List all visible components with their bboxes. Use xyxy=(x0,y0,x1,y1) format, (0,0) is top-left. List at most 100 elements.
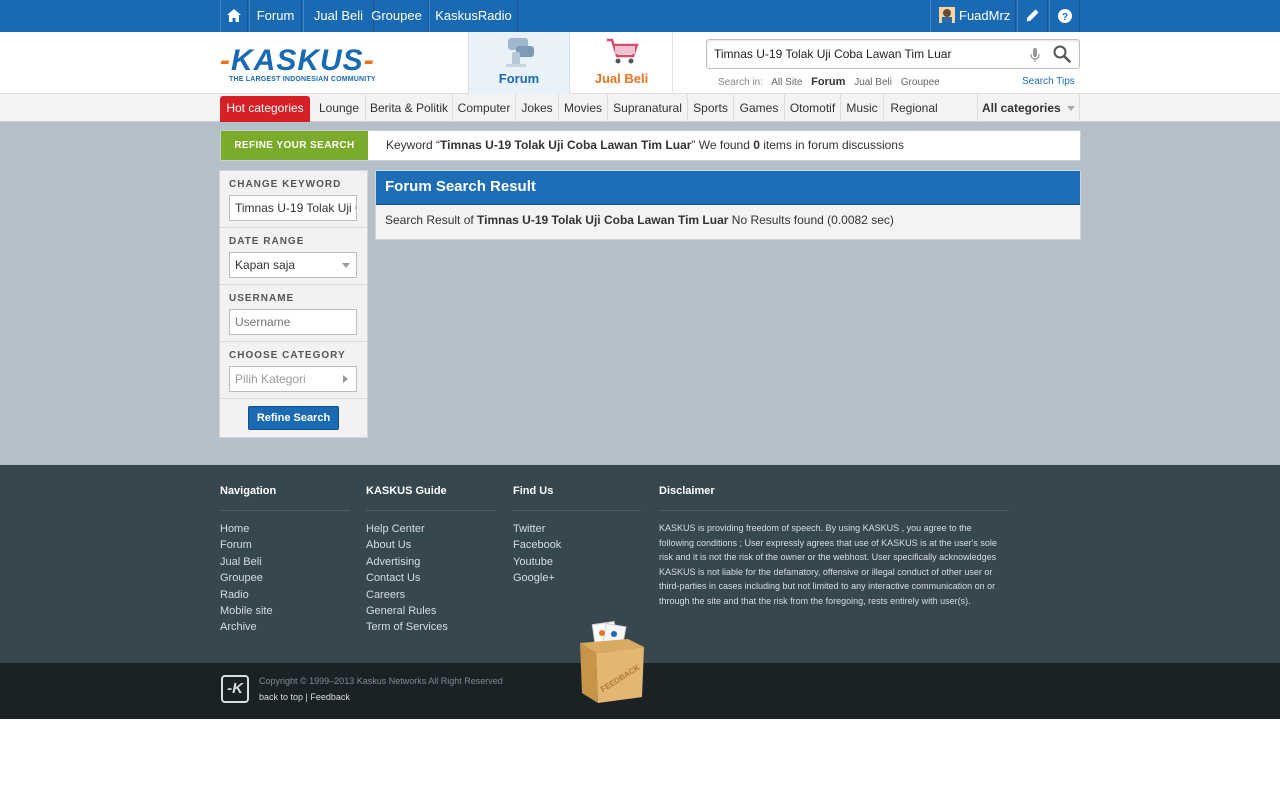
category-supranatural[interactable]: Supranatural xyxy=(608,94,688,122)
site-header: -KASKUS- THE LARGEST INDONESIAN COMMUNIT… xyxy=(0,32,1280,94)
footer-disclaimer: Disclaimer KASKUS is providing freedom o… xyxy=(659,485,1009,609)
username-section: USERNAME xyxy=(220,285,367,342)
summary-keyword: Timnas U-19 Tolak Uji Coba Lawan Tim Lua… xyxy=(440,138,692,152)
category-games[interactable]: Games xyxy=(734,94,785,122)
hot-categories-tab[interactable]: Hot categories xyxy=(220,96,310,122)
all-categories-dropdown[interactable]: All categories xyxy=(977,94,1080,122)
footer-find-us-title: Find Us xyxy=(513,485,641,511)
footer-link-groupee[interactable]: Groupee xyxy=(220,570,350,586)
username-field[interactable] xyxy=(229,309,357,335)
footer-link-home[interactable]: Home xyxy=(220,521,350,537)
footer-link-help-center[interactable]: Help Center xyxy=(366,521,496,537)
scope-all-site[interactable]: All Site xyxy=(771,77,802,88)
kaskus-logo[interactable]: -KASKUS- THE LARGEST INDONESIAN COMMUNIT… xyxy=(220,46,390,86)
refine-search-button[interactable]: Refine Search xyxy=(248,406,339,430)
result-message: Search Result of Timnas U-19 Tolak Uji C… xyxy=(385,213,894,227)
footer-disclaimer-title: Disclaimer xyxy=(659,485,1009,511)
result-title: Forum Search Result xyxy=(376,171,1080,205)
username-label: FuadMrz xyxy=(959,8,1011,23)
copyright-text: Copyright © 1999–2013 Kaskus Networks Al… xyxy=(259,676,503,686)
date-range-select[interactable]: Kapan saja xyxy=(229,252,357,278)
tab-jual-beli-label: Jual Beli xyxy=(594,71,649,86)
footer-navigation: Navigation Home Forum Jual Beli Groupee … xyxy=(220,485,350,636)
microphone-icon[interactable] xyxy=(1030,48,1040,62)
chevron-down-icon xyxy=(342,263,350,268)
home-icon xyxy=(227,9,241,22)
search-tips-link[interactable]: Search Tips xyxy=(1022,76,1075,87)
edit-button[interactable] xyxy=(1017,0,1048,32)
tab-forum[interactable]: Forum xyxy=(468,32,570,94)
back-to-top-link[interactable]: back to top xyxy=(259,692,303,702)
search-input[interactable] xyxy=(707,40,1017,68)
chevron-right-icon xyxy=(343,375,348,383)
category-berita-politik[interactable]: Berita & Politik xyxy=(366,94,453,122)
footer-link-google-plus[interactable]: Google+ xyxy=(513,570,641,586)
user-avatar-icon xyxy=(939,7,955,23)
summary-suffix: items in forum discussions xyxy=(759,138,904,152)
forum-icon xyxy=(506,38,534,67)
category-computer[interactable]: Computer xyxy=(453,94,516,122)
category-otomotif[interactable]: Otomotif xyxy=(785,94,841,122)
logo-wordmark: KASKUS xyxy=(231,44,364,77)
footer-link-twitter[interactable]: Twitter xyxy=(513,521,641,537)
scope-groupee[interactable]: Groupee xyxy=(901,77,940,88)
topnav-groupee[interactable]: Groupee xyxy=(365,0,429,32)
scope-jual-beli[interactable]: Jual Beli xyxy=(854,77,892,88)
kaskus-k-icon[interactable]: -K xyxy=(221,675,249,703)
footer-link-about-us[interactable]: About Us xyxy=(366,537,496,553)
category-bar: Hot categories Lounge Berita & Politik C… xyxy=(0,94,1280,122)
pencil-icon xyxy=(1026,9,1039,22)
result-suffix: No Results found (0.0082 sec) xyxy=(728,213,894,227)
category-sports[interactable]: Sports xyxy=(688,94,734,122)
date-range-section: DATE RANGE Kapan saja xyxy=(220,228,367,285)
footer-link-advertising[interactable]: Advertising xyxy=(366,554,496,570)
topnav-kaskusradio[interactable]: KaskusRadio xyxy=(429,0,518,32)
summary-count: 0 xyxy=(753,138,760,152)
forum-search-result-panel: Forum Search Result Search Result of Tim… xyxy=(375,170,1081,240)
date-range-label: DATE RANGE xyxy=(229,236,305,247)
topnav-jual-beli[interactable]: Jual Beli xyxy=(303,0,374,32)
category-regional[interactable]: Regional xyxy=(884,94,944,122)
footer-link-radio[interactable]: Radio xyxy=(220,587,350,603)
footer-guide: KASKUS Guide Help Center About Us Advert… xyxy=(366,485,496,636)
help-icon: ? xyxy=(1057,9,1072,23)
keyword-summary: Keyword “Timnas U-19 Tolak Uji Coba Lawa… xyxy=(386,131,904,160)
disclaimer-text: KASKUS is providing freedom of speech. B… xyxy=(659,523,997,606)
category-jokes[interactable]: Jokes xyxy=(516,94,559,122)
feedback-box-button[interactable]: FEEDBACK xyxy=(576,621,648,707)
main-content: REFINE YOUR SEARCH Keyword “Timnas U-19 … xyxy=(0,122,1280,465)
footer-link-contact-us[interactable]: Contact Us xyxy=(366,570,496,586)
topnav-forum[interactable]: Forum xyxy=(249,0,302,32)
svg-text:?: ? xyxy=(1061,12,1067,23)
footer-link-youtube[interactable]: Youtube xyxy=(513,554,641,570)
category-movies[interactable]: Movies xyxy=(559,94,608,122)
search-icon[interactable] xyxy=(1053,45,1071,63)
category-lounge[interactable]: Lounge xyxy=(313,94,366,122)
user-menu[interactable]: FuadMrz xyxy=(930,0,1016,32)
summary-prefix: Keyword “ xyxy=(386,138,441,152)
keyword-field[interactable] xyxy=(229,195,357,221)
home-button[interactable] xyxy=(220,0,248,32)
category-music[interactable]: Music xyxy=(841,94,884,122)
footer-link-forum[interactable]: Forum xyxy=(220,537,350,553)
choose-category-section: CHOOSE CATEGORY Pilih Kategori xyxy=(220,342,367,399)
help-button[interactable]: ? xyxy=(1049,0,1080,32)
result-prefix: Search Result of xyxy=(385,213,478,227)
footer-link-careers[interactable]: Careers xyxy=(366,587,496,603)
footer-link-mobile-site[interactable]: Mobile site xyxy=(220,603,350,619)
footer-link-jual-beli[interactable]: Jual Beli xyxy=(220,554,350,570)
footer-link-general-rules[interactable]: General Rules xyxy=(366,603,496,619)
footer-link-archive[interactable]: Archive xyxy=(220,619,350,635)
category-select[interactable]: Pilih Kategori xyxy=(229,366,357,392)
all-categories-label: All categories xyxy=(981,101,1061,115)
category-placeholder: Pilih Kategori xyxy=(235,372,306,386)
username-label: USERNAME xyxy=(229,293,295,304)
cart-icon xyxy=(607,38,639,64)
footer-link-facebook[interactable]: Facebook xyxy=(513,537,641,553)
chevron-down-icon xyxy=(1067,106,1076,111)
feedback-link[interactable]: Feedback xyxy=(310,692,350,702)
footer-link-term-of-services[interactable]: Term of Services xyxy=(366,619,496,635)
tab-jual-beli[interactable]: Jual Beli xyxy=(571,32,673,94)
scope-forum[interactable]: Forum xyxy=(811,76,845,88)
refine-bar: REFINE YOUR SEARCH Keyword “Timnas U-19 … xyxy=(220,130,1081,161)
